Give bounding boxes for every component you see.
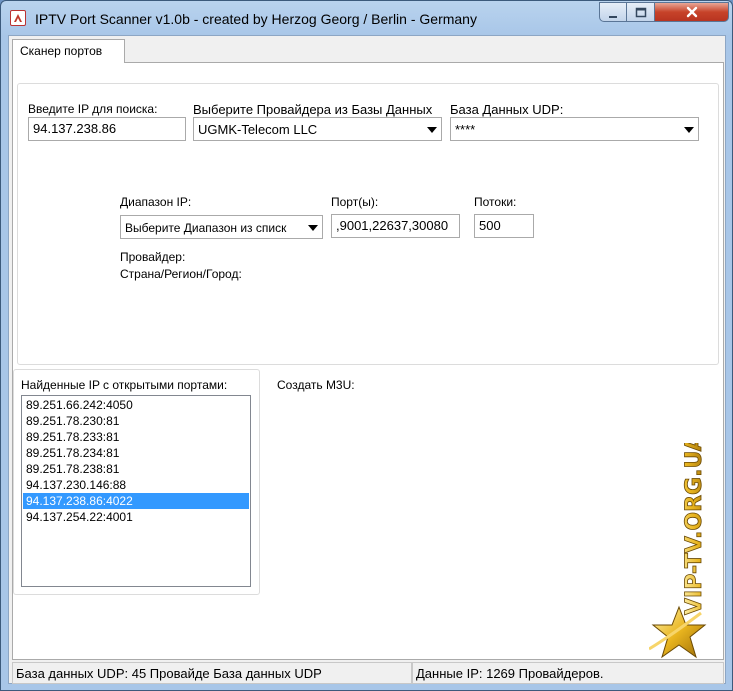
status-bar: База данных UDP: 45 Провайде База данных… [12, 662, 724, 684]
ip-range-select[interactable]: Выберите Диапазон из списк [120, 215, 323, 239]
udp-database-select[interactable]: **** [450, 117, 699, 141]
provider-select-value: UGMK-Telecom LLC [198, 122, 318, 137]
chevron-down-icon [684, 127, 694, 133]
minimize-icon [600, 4, 626, 23]
found-ips-list[interactable]: 89.251.66.242:4050 89.251.78.230:81 89.251… [21, 395, 251, 587]
found-ips-label: Найденные IP с открытыми портами: [21, 378, 228, 392]
threads-input[interactable]: 500 [474, 214, 534, 238]
ports-label: Порт(ы): [331, 195, 379, 209]
list-item[interactable]: 89.251.78.233:81 [23, 429, 249, 445]
threads-label: Потоки: [474, 195, 517, 209]
star-icon [648, 605, 707, 659]
title-bar[interactable]: IPTV Port Scanner v1.0b - created by Her… [1, 1, 732, 35]
minimize-button[interactable] [599, 2, 627, 22]
chevron-down-icon [427, 127, 437, 133]
location-info-label: Страна/Регион/Город: [120, 267, 242, 281]
list-item[interactable]: 94.137.230.146:88 [23, 477, 249, 493]
provider-select[interactable]: UGMK-Telecom LLC [193, 117, 442, 141]
vip-tv-logo: VIP-TV.ORG.UA [648, 434, 721, 665]
client-area: Сканер портов Введите IP для поиска: 94.… [8, 35, 726, 684]
app-icon[interactable] [10, 10, 26, 26]
status-ip-database: Данные IP: 1269 Провайдеров. [412, 662, 724, 684]
udp-database-label: База Данных UDP: [450, 102, 564, 117]
main-window: IPTV Port Scanner v1.0b - created by Her… [0, 0, 733, 691]
provider-info-label: Провайдер: [120, 250, 186, 264]
ip-search-label: Введите IP для поиска: [28, 102, 158, 116]
list-item[interactable]: 94.137.254.22:4001 [23, 509, 249, 525]
chevron-down-icon [308, 225, 318, 231]
list-item[interactable]: 89.251.78.238:81 [23, 461, 249, 477]
tab-port-scanner[interactable]: Сканер портов [12, 39, 125, 63]
list-item[interactable]: 89.251.66.242:4050 [23, 397, 249, 413]
status-udp-database: База данных UDP: 45 Провайде База данных… [12, 662, 412, 684]
ip-range-value: Выберите Диапазон из списк [125, 221, 287, 235]
watermark-text: VIP-TV.ORG.UA [682, 443, 707, 615]
maximize-icon [627, 4, 654, 22]
ip-range-label: Диапазон IP: [120, 195, 192, 209]
ports-input[interactable]: ,9001,22637,30080 [331, 214, 460, 238]
ip-search-input[interactable]: 94.137.238.86 [28, 117, 186, 141]
close-button[interactable] [655, 2, 729, 22]
provider-select-label: Выберите Провайдера из Базы Данных [193, 102, 433, 117]
maximize-button[interactable] [627, 2, 655, 22]
close-icon [655, 3, 728, 22]
list-item[interactable]: 94.137.238.86:4022 [23, 493, 249, 509]
list-item[interactable]: 89.251.78.230:81 [23, 413, 249, 429]
udp-database-value: **** [455, 122, 476, 137]
window-title: IPTV Port Scanner v1.0b - created by Her… [35, 11, 477, 27]
tab-pane: Введите IP для поиска: 94.137.238.86 Выб… [12, 62, 724, 660]
create-m3u-label: Создать M3U: [277, 378, 355, 392]
list-item[interactable]: 89.251.78.234:81 [23, 445, 249, 461]
